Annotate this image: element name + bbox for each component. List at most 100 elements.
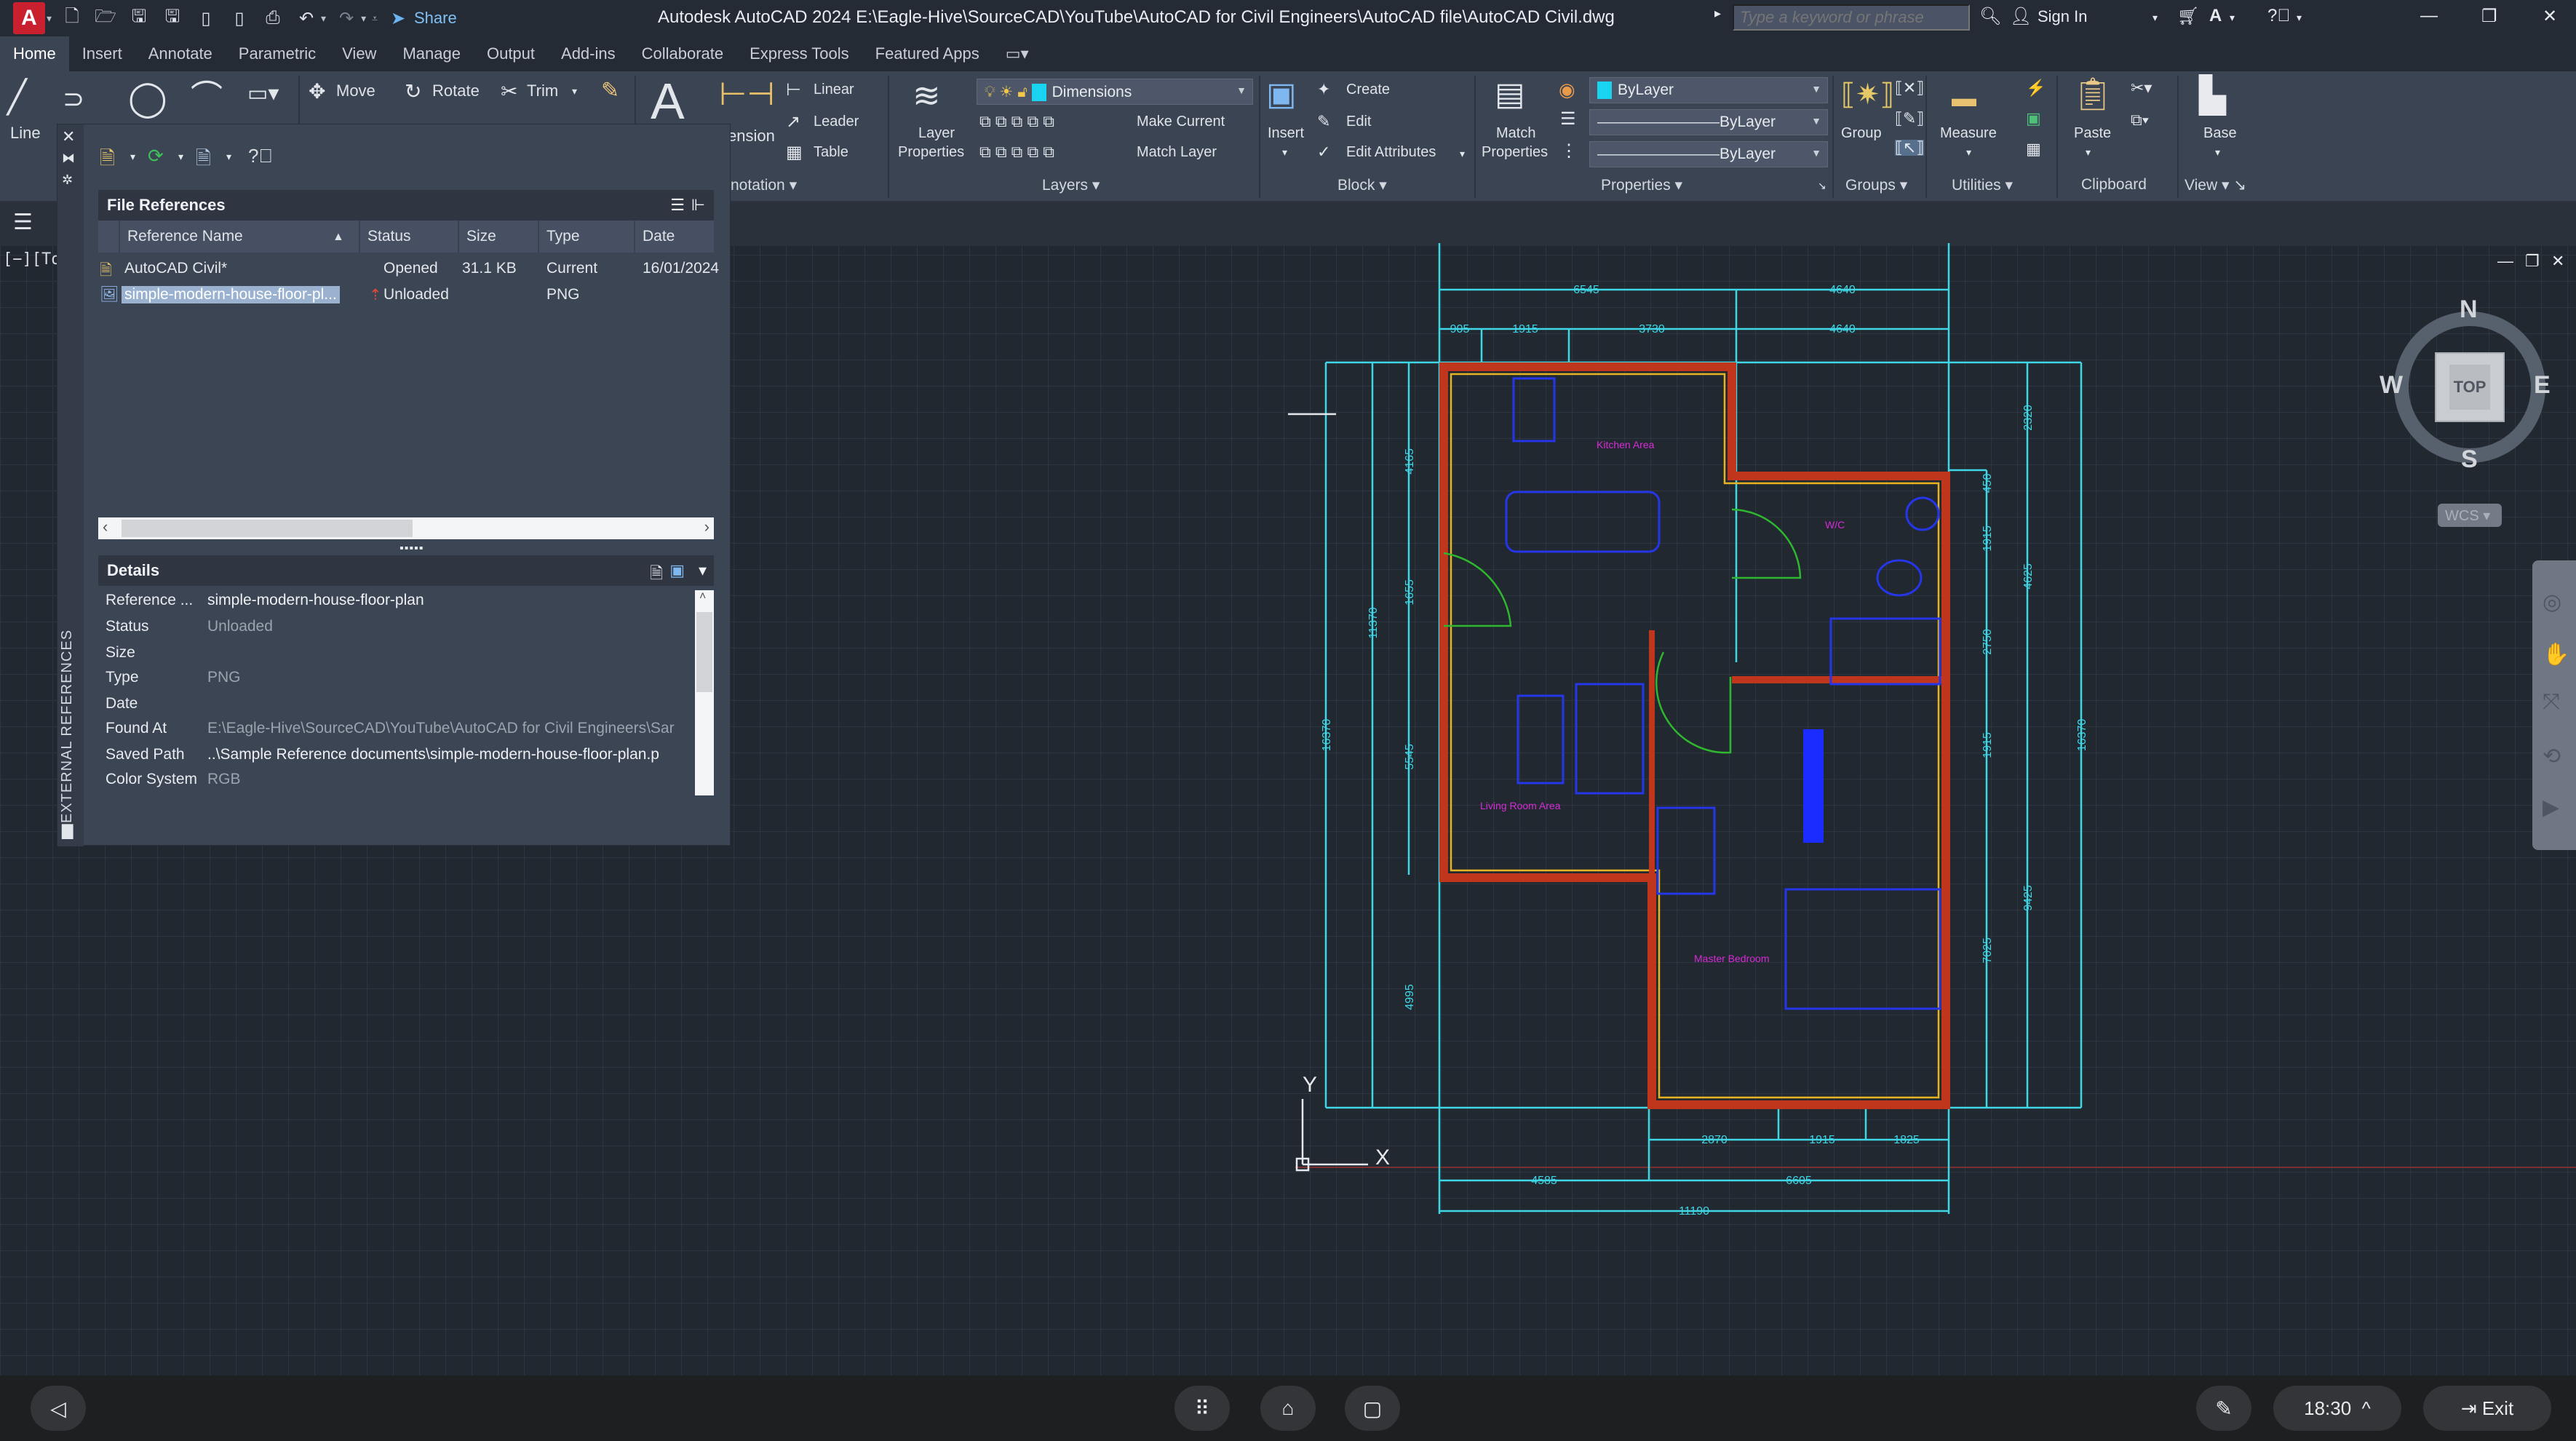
scroll-right-icon[interactable]: › (704, 517, 709, 536)
copy-clip-icon[interactable]: ⧉▾ (2131, 112, 2149, 128)
apps-grid-icon[interactable]: ⠿ (1174, 1386, 1230, 1431)
exit-button[interactable]: ⇥ Exit (2423, 1386, 2551, 1431)
utilities-panel-title[interactable]: Utilities ▾ (1952, 176, 2013, 194)
linear-button[interactable]: Linear (814, 82, 854, 98)
color-dropdown[interactable]: ByLayer ▼ (1589, 77, 1828, 103)
ungroup-icon[interactable]: ⟦✕⟧ (1895, 80, 1924, 96)
user-icon[interactable]: 👤︎ (2010, 6, 2032, 27)
customize-qat-icon[interactable]: ⩡ (372, 12, 378, 25)
tab-featured-apps[interactable]: Featured Apps (862, 36, 993, 71)
scroll-left-icon[interactable]: ‹ (103, 517, 108, 536)
scrollbar-thumb[interactable] (122, 520, 413, 537)
group-icon[interactable]: ⟦✷⟧ (1841, 80, 1894, 109)
edit-block-button[interactable]: Edit (1346, 114, 1371, 130)
zoom-extents-icon[interactable]: ⤧ (2543, 690, 2560, 715)
groups-panel-title[interactable]: Groups ▾ (1845, 176, 1907, 194)
redo-caret-icon[interactable]: ▾ (361, 12, 366, 25)
paste-caret-icon[interactable]: ▾ (2086, 147, 2091, 157)
match-properties-label-1[interactable]: Match (1496, 125, 1535, 142)
properties-panel-title[interactable]: Properties ▾ (1601, 176, 1682, 194)
palette-autohide-icon[interactable]: ⧓ (62, 151, 75, 166)
splitter-grip[interactable]: ▪▪▪▪▪ (399, 542, 424, 555)
share-icon[interactable]: ➤ (385, 6, 411, 31)
tab-collaborate[interactable]: Collaborate (629, 36, 737, 71)
tab-output[interactable]: Output (474, 36, 548, 71)
layer-tools-row-1-icons[interactable]: ⧉ ⧉ ⧉ ⧉ ⧉ (979, 114, 1054, 130)
reference-row[interactable]: 🗎︎ AutoCAD Civil* Opened 31.1 KB Current… (98, 255, 719, 282)
layer-tools-row-2-icons[interactable]: ⧉ ⧉ ⧉ ⧉ ⧉ (979, 144, 1054, 160)
autodesk-caret-icon[interactable]: ▾ (2230, 12, 2235, 24)
make-current-button[interactable]: Make Current (1137, 114, 1225, 130)
tree-view-icon[interactable]: ⊩ (691, 196, 705, 215)
edit-attributes-caret-icon[interactable]: ▾ (1460, 148, 1465, 159)
layer-properties-label-2[interactable]: Properties (898, 144, 964, 161)
base-view-icon[interactable]: ▙ (2199, 79, 2226, 114)
details-collapse-icon[interactable]: ▾ (699, 561, 707, 580)
palette-pin-icon[interactable]: ▇ (62, 822, 73, 840)
column-reference-name[interactable]: Reference Name (127, 228, 243, 245)
tab-parametric[interactable]: Parametric (226, 36, 329, 71)
insert-button[interactable]: Insert (1268, 125, 1304, 142)
share-button[interactable]: Share (414, 9, 457, 28)
help-caret-icon[interactable]: ▾ (2297, 12, 2302, 24)
attach-caret-icon[interactable]: ▾ (130, 151, 135, 163)
create-block-button[interactable]: Create (1346, 82, 1390, 98)
undo-caret-icon[interactable]: ▾ (321, 12, 326, 25)
palette-close-icon[interactable]: ✕ (62, 127, 75, 146)
insert-block-icon[interactable]: ▣ (1266, 79, 1297, 111)
paste-button[interactable]: Paste (2074, 125, 2111, 142)
base-caret-icon[interactable]: ▾ (2215, 147, 2220, 157)
restore-icon[interactable]: ❐ (2481, 6, 2497, 27)
viewport-close-icon[interactable]: ✕ (2551, 252, 2564, 271)
annotation-panel-title[interactable]: notation ▾ (731, 176, 797, 194)
application-menu-button[interactable]: A (13, 2, 45, 34)
match-layer-button[interactable]: Match Layer (1137, 144, 1217, 161)
compass-west[interactable]: W (2380, 371, 2403, 400)
view-panel-title[interactable]: View ▾ ↘ (2185, 176, 2246, 194)
save-icon[interactable]: 🖫 (126, 6, 152, 31)
scroll-up-icon[interactable]: ˄ (699, 590, 706, 603)
properties-launcher-icon[interactable]: ↘ (1818, 180, 1826, 191)
steering-wheel-icon[interactable]: ◎ (2543, 590, 2561, 615)
group-edit-icon[interactable]: ⟦✎⟧ (1895, 111, 1924, 127)
wcs-dropdown[interactable]: WCS ▾ (2438, 504, 2502, 527)
sign-in-button[interactable]: Sign In (2038, 7, 2088, 26)
undo-icon[interactable]: ↶ (293, 6, 319, 31)
horizontal-scrollbar[interactable]: ‹ › (98, 517, 714, 539)
recent-apps-icon[interactable]: ▢ (1345, 1386, 1400, 1431)
paste-icon[interactable]: 📋︎ (2072, 79, 2113, 111)
rectangle-icon[interactable]: ▭▾ (247, 83, 279, 105)
home-icon[interactable]: ⌂ (1260, 1386, 1316, 1431)
attach-dwg-icon[interactable]: 🗎︎ (100, 145, 115, 177)
details-scrollbar-thumb[interactable] (696, 612, 712, 692)
details-vertical-scrollbar[interactable]: ˄ (695, 590, 714, 795)
tab-home[interactable]: Home (0, 36, 69, 71)
erase-icon[interactable]: ✎ (601, 80, 619, 102)
orbit-icon[interactable]: ⟲ (2543, 744, 2561, 769)
detail-row-saved-path[interactable]: Saved Path ..\Sample Reference documents\… (98, 743, 714, 768)
trim-caret-icon[interactable]: ▾ (572, 86, 577, 96)
autodesk-app-icon[interactable]: A (2209, 6, 2222, 26)
compass-north[interactable]: N (2460, 295, 2478, 324)
lineweight-dropdown[interactable]: ————————ByLayer ▼ (1589, 141, 1828, 167)
list-view-icon[interactable]: ☰ (670, 196, 685, 215)
rotate-button[interactable]: Rotate (432, 82, 480, 100)
line-button[interactable]: Line (10, 124, 41, 143)
column-date[interactable]: Date (643, 228, 675, 245)
leader-button[interactable]: Leader (814, 114, 859, 130)
plot-icon[interactable]: ⎙ (260, 6, 286, 31)
dimension-button[interactable]: ension (728, 127, 775, 146)
layer-properties-icon[interactable]: ≋ (913, 79, 941, 112)
column-type[interactable]: Type (546, 228, 580, 245)
linetype-dropdown[interactable]: ————————ByLayer ▼ (1589, 109, 1828, 135)
help-circle-icon[interactable]: ?⃝ (248, 145, 273, 167)
insert-caret-icon[interactable]: ▾ (1282, 147, 1287, 157)
sign-in-caret-icon[interactable]: ▾ (2152, 12, 2158, 24)
minimize-icon[interactable]: — (2420, 6, 2438, 26)
trim-button[interactable]: Trim (527, 82, 558, 100)
tab-manage[interactable]: Manage (389, 36, 474, 71)
text-icon[interactable]: A (651, 76, 685, 127)
search-icon[interactable]: 🔍︎ (1979, 6, 2001, 27)
cart-icon[interactable]: 🛒︎ (2177, 6, 2199, 27)
column-size[interactable]: Size (466, 228, 496, 245)
